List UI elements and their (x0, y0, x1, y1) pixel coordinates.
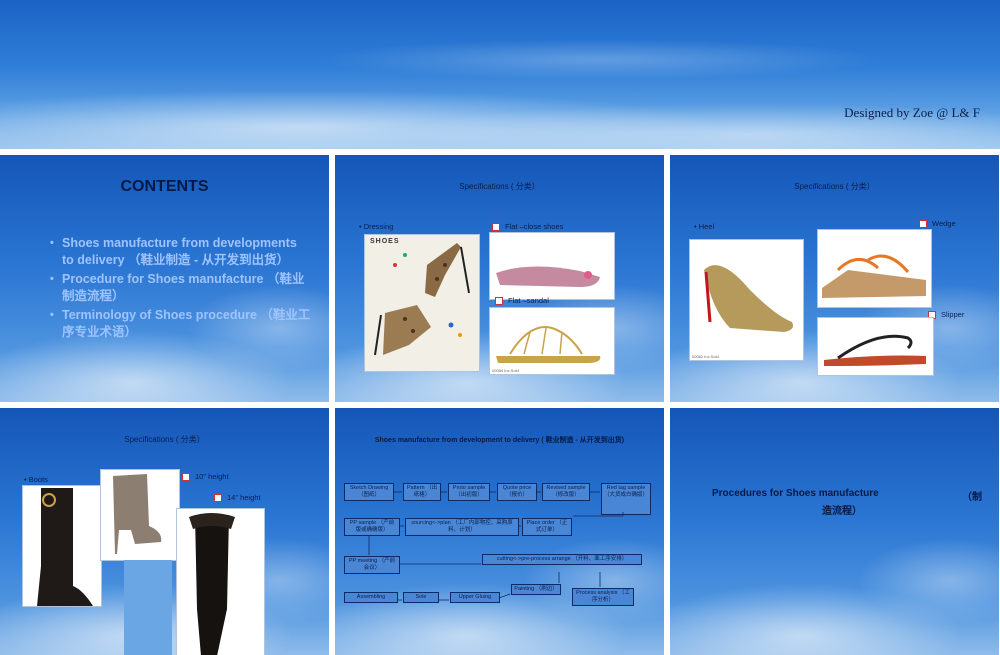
slide-thumbnail-specifications-boots[interactable]: Specifications ( 分类） Boots 10" height 14… (0, 408, 329, 655)
slide-thumbnail-procedures[interactable]: Procedures for Shoes manufacture （制 造流程） (670, 408, 999, 655)
label-text: Wedge (932, 219, 956, 228)
flat-sandal-image: 00084 Inc.Sold (489, 307, 615, 375)
leopard-heels-illustration (374, 243, 470, 356)
checkbox-icon (919, 220, 927, 229)
flat-close-shoe-image (489, 232, 615, 300)
slide-thumbnail-manufacture-flowchart[interactable]: Shoes manufacture from development to de… (335, 408, 664, 655)
flip-flop-illustration (824, 334, 926, 366)
checkbox-icon (495, 297, 503, 306)
slide-thumbnail-specifications-flats[interactable]: Specifications ( 分类） Dressing Flat –clos… (335, 155, 664, 402)
label-10-height: 10" height (182, 472, 229, 482)
slide-title: Specifications ( 分类） (794, 182, 875, 191)
slide-title: Specifications ( 分类） (459, 182, 540, 191)
wedge-shoe-image (817, 229, 932, 308)
slipper-image (817, 317, 934, 376)
slouch-boot-illustration (113, 474, 162, 554)
checkbox-icon (492, 223, 500, 232)
slide-thumbnail-contents[interactable]: CONTENTS Shoes manufacture from developm… (0, 155, 329, 402)
label-text: Slipper (941, 310, 965, 319)
label-text: 10" height (195, 472, 229, 481)
slide-title-cn-part1: （制 (962, 492, 982, 503)
contents-list: Shoes manufacture from developments to d… (50, 235, 312, 343)
black-boot-image (22, 485, 102, 607)
image-caption: 00084 Inc.Sold (492, 368, 519, 373)
glitter-pump-illustration (704, 265, 793, 332)
label-14-height: 14" height (214, 493, 261, 503)
slide-thumbnail-specifications-heels[interactable]: Specifications ( 分类） Heel Wedge 00082 In… (670, 155, 999, 402)
slide-title: Specifications ( 分类） (124, 435, 205, 444)
label-flat-close: Flat –close shoes (492, 222, 564, 232)
slide-title-cn-part2: 造流程） (822, 506, 862, 517)
knee-boot-illustration (189, 513, 235, 655)
glitter-flat-illustration (496, 266, 600, 287)
label-text: Flat –close shoes (505, 222, 564, 231)
flowchart-arrows (368, 491, 624, 601)
contents-item: Terminology of Shoes procedure （鞋业工序专业术语… (50, 307, 312, 341)
slide-title: Procedures for Shoes manufacture (712, 488, 879, 499)
label-heel: Heel (694, 222, 714, 231)
label-dressing: Dressing (359, 222, 394, 231)
label-wedge: Wedge (919, 219, 956, 229)
grey-boot-image (100, 469, 180, 561)
label-flat-sandal: Flat –sandal (495, 296, 549, 306)
dressing-shoes-image: SHOES (364, 234, 480, 372)
label-text: Flat –sandal (508, 296, 549, 305)
image-caption: 00082 Inc.Sold (692, 354, 719, 359)
tall-boot-illustration (37, 488, 93, 606)
label-text: 14" height (227, 493, 261, 502)
gold-sandal-illustration (496, 326, 601, 363)
checkbox-icon (214, 494, 222, 503)
checkbox-icon (182, 473, 190, 482)
cork-wedge-illustration (822, 254, 926, 298)
title-banner: Designed by Zoe @ L& F (0, 0, 1000, 149)
heel-shoe-image: 00082 Inc.Sold (689, 239, 804, 361)
contents-item: Shoes manufacture from developments to d… (50, 235, 312, 269)
label-boots: Boots (24, 475, 48, 484)
tall-boot-image (176, 508, 265, 655)
contents-item: Procedure for Shoes manufacture （鞋业制造流程） (50, 271, 312, 305)
image-placeholder (124, 560, 172, 655)
slide-title: CONTENTS (120, 178, 209, 195)
designer-credit: Designed by Zoe @ L& F (844, 105, 980, 120)
